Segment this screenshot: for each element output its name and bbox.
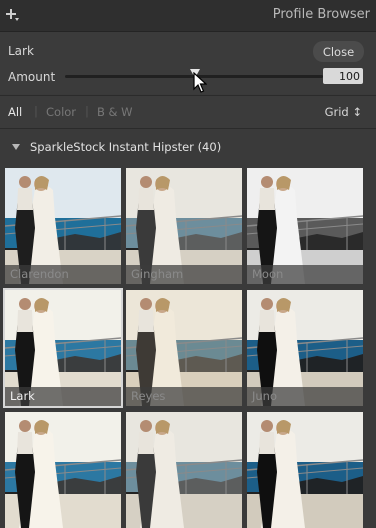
profile-thumbnail[interactable] xyxy=(5,412,121,528)
profile-settings: Lark Close Amount 100 xyxy=(0,32,376,94)
amount-value-field[interactable]: 100 xyxy=(323,68,363,84)
filter-all[interactable]: All xyxy=(8,105,22,119)
panel-title: Profile Browser xyxy=(272,7,370,22)
disclosure-triangle-icon[interactable] xyxy=(12,144,20,150)
profile-thumbnail-label: Moon xyxy=(247,265,363,284)
profile-thumbnail[interactable]: Reyes xyxy=(126,290,242,406)
couple-photo-image xyxy=(5,412,121,528)
profile-thumbnail-label: Juno xyxy=(247,387,363,406)
profile-filter-bar: All | Color | B & W Grid ↕ xyxy=(0,95,376,129)
couple-photo-image xyxy=(247,412,363,528)
filter-separator: | xyxy=(85,104,89,118)
profile-thumbnail[interactable]: Clarendon xyxy=(5,168,121,284)
filter-separator: | xyxy=(34,104,38,118)
amount-label: Amount xyxy=(8,70,56,84)
profile-thumbnail[interactable] xyxy=(126,412,242,528)
filter-color[interactable]: Color xyxy=(46,105,76,119)
filter-bw[interactable]: B & W xyxy=(97,105,133,119)
mouse-cursor-icon xyxy=(193,72,207,93)
profile-thumbnail-label: Reyes xyxy=(126,387,242,406)
profile-thumbnail-label: Clarendon xyxy=(5,265,121,284)
profile-name: Lark xyxy=(8,44,34,58)
close-button[interactable]: Close xyxy=(313,41,364,62)
profile-thumbnail[interactable]: Moon xyxy=(247,168,363,284)
profile-group-title: SparkleStock Instant Hipster (40) xyxy=(30,140,222,154)
panel-header: Profile Browser xyxy=(0,0,376,32)
profile-thumbnail[interactable]: Lark xyxy=(3,288,123,408)
profile-thumbnail-label: Gingham xyxy=(126,265,242,284)
profile-thumbnail-label: Lark xyxy=(5,387,121,406)
plus-icon[interactable] xyxy=(4,6,22,24)
view-mode-select[interactable]: Grid ↕ xyxy=(325,105,362,119)
profile-thumbnail[interactable]: Gingham xyxy=(126,168,242,284)
profile-thumbnail[interactable]: Juno xyxy=(247,290,363,406)
profile-group-header[interactable]: SparkleStock Instant Hipster (40) xyxy=(0,137,376,159)
profile-thumbnail[interactable] xyxy=(247,412,363,528)
couple-photo-image xyxy=(126,412,242,528)
